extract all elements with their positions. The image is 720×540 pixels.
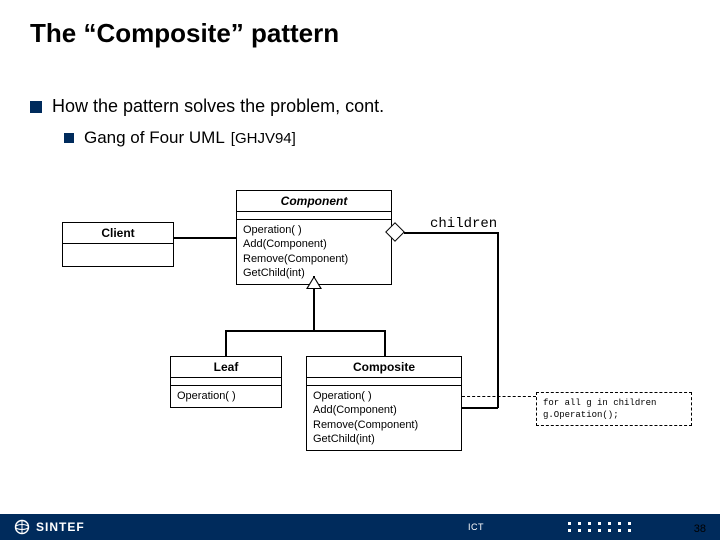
brand-logo: SINTEF [14, 519, 85, 535]
bullet-square-icon [30, 101, 42, 113]
bullet-reference: [GHJV94] [231, 130, 296, 147]
uml-attr-compartment [171, 378, 281, 386]
footer-dots-icon [568, 522, 632, 532]
uml-role-label: children [430, 216, 497, 232]
uml-op: Remove(Component) [243, 252, 385, 266]
uml-op: Add(Component) [313, 403, 455, 417]
bullet-level1: How the pattern solves the problem, cont… [30, 96, 384, 117]
uml-gen-line [384, 330, 386, 356]
uml-attr-compartment [307, 378, 461, 386]
bullet-level1-text: How the pattern solves the problem, cont… [52, 96, 384, 117]
uml-class-name: Leaf [171, 357, 281, 378]
bullet-square-icon [64, 133, 74, 143]
uml-op: Operation( ) [243, 223, 385, 237]
uml-class-client: Client [62, 222, 174, 267]
uml-ops-compartment: Operation( ) Add(Component) Remove(Compo… [307, 386, 461, 450]
uml-agg-line [462, 407, 498, 409]
brand-text: SINTEF [36, 520, 85, 534]
uml-note-line: g.Operation(); [543, 409, 685, 421]
uml-class-component: Component Operation( ) Add(Component) Re… [236, 190, 392, 285]
bullet-level2-text: Gang of Four UML [84, 128, 225, 148]
uml-agg-line [497, 232, 499, 408]
uml-class-name: Composite [307, 357, 461, 378]
uml-ops-compartment: Operation( ) Add(Component) Remove(Compo… [237, 220, 391, 284]
uml-class-leaf: Leaf Operation( ) [170, 356, 282, 408]
uml-association-line [174, 237, 236, 239]
uml-note: for all g in children g.Operation(); [536, 392, 692, 426]
page-title: The “Composite” pattern [30, 18, 339, 49]
uml-op: Operation( ) [313, 389, 455, 403]
uml-gen-line [225, 330, 385, 332]
globe-icon [14, 519, 30, 535]
footer-label: ICT [468, 522, 484, 532]
uml-class-name: Client [63, 223, 173, 244]
uml-op: GetChild(int) [313, 432, 455, 446]
uml-op: Operation( ) [177, 389, 275, 403]
uml-inheritance-arrow-icon [306, 276, 322, 289]
bullet-level2: Gang of Four UML [GHJV94] [64, 128, 296, 148]
uml-ops-compartment: Operation( ) [171, 386, 281, 407]
uml-class-composite: Composite Operation( ) Add(Component) Re… [306, 356, 462, 451]
uml-note-line: for all g in children [543, 397, 685, 409]
uml-op: Add(Component) [243, 237, 385, 251]
uml-attr-compartment [237, 212, 391, 220]
page-number: 38 [694, 523, 706, 535]
uml-class-name: Component [237, 191, 391, 212]
footer-bar: SINTEF ICT [0, 514, 720, 540]
uml-gen-line [313, 314, 315, 331]
uml-note-anchor-line [462, 396, 536, 397]
uml-gen-line [225, 330, 227, 356]
uml-agg-line [404, 232, 498, 234]
uml-op: Remove(Component) [313, 418, 455, 432]
